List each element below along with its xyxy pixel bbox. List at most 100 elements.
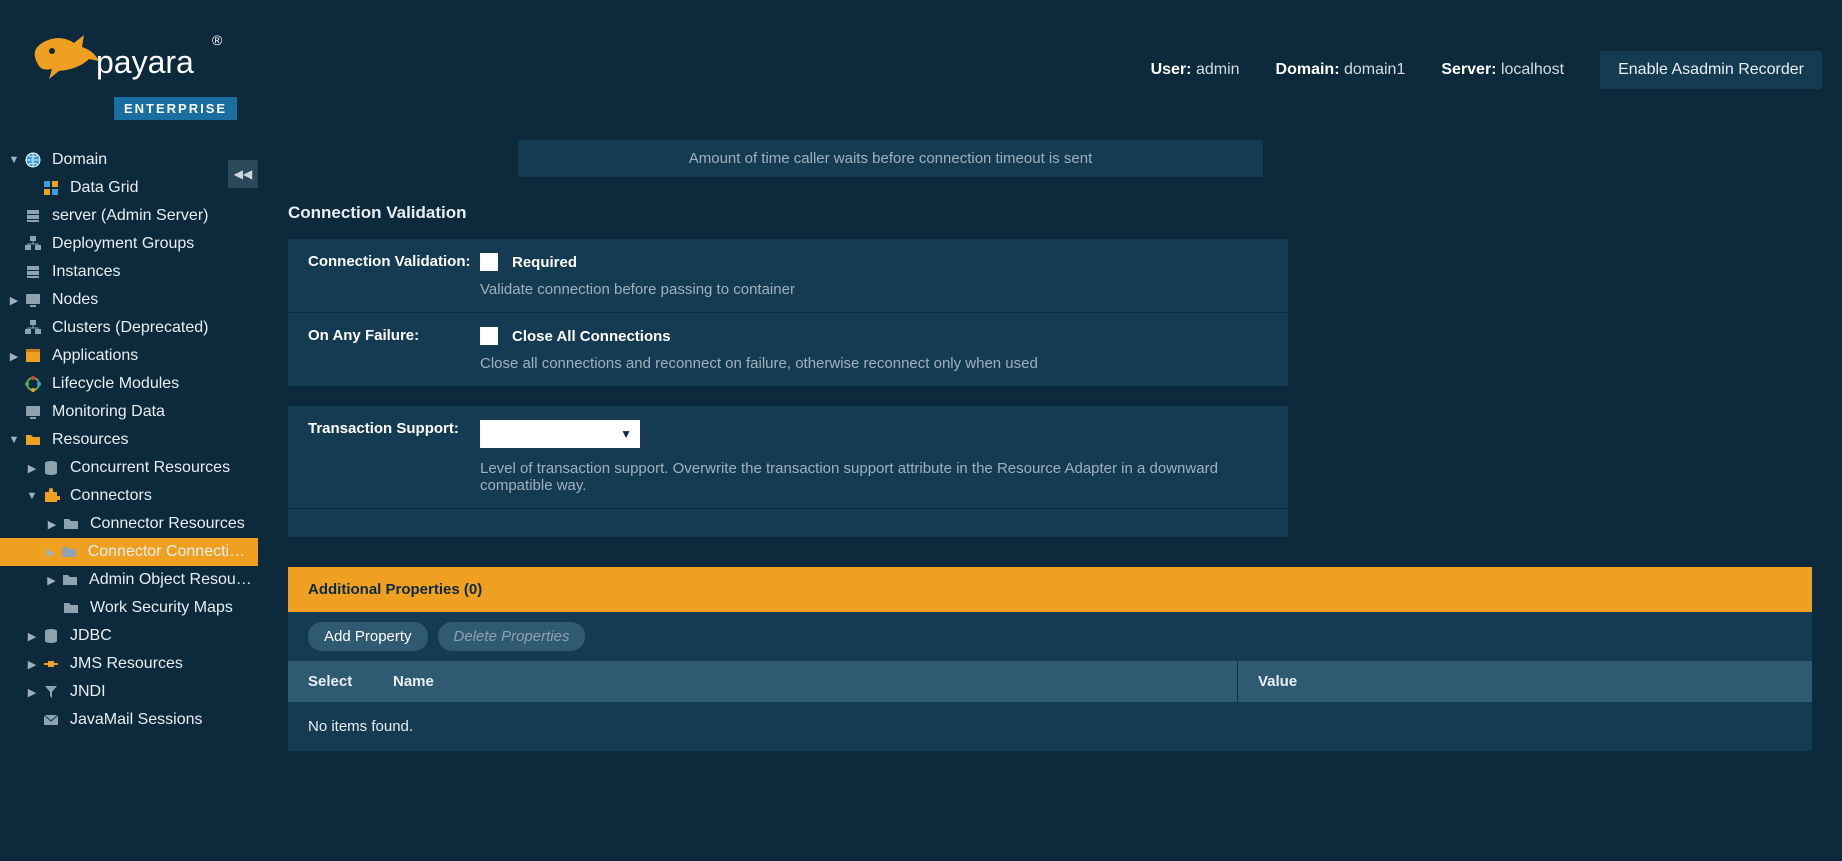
domain-value: domain1	[1344, 61, 1405, 78]
checkbox-required[interactable]	[480, 253, 498, 271]
row-connection-validation: Connection Validation: Required Validate…	[288, 239, 1288, 313]
svg-text:payara: payara	[96, 44, 194, 80]
chevron-right-icon[interactable]: ▶	[46, 574, 57, 587]
delete-properties-button[interactable]: Delete Properties	[438, 622, 586, 651]
sidebar-item-label: Concurrent Resources	[70, 459, 230, 477]
label-connection-validation: Connection Validation:	[308, 253, 480, 298]
sidebar-item-label: JavaMail Sessions	[70, 711, 203, 729]
sidebar-item-jms-resources[interactable]: ▶ JMS Resources	[0, 650, 258, 678]
logo-area: payara ® ENTERPRISE	[24, 21, 237, 120]
mail-icon	[42, 711, 60, 729]
chevron-down-icon: ▼	[620, 427, 632, 441]
globe-icon	[24, 151, 42, 169]
sidebar-item-label: JNDI	[70, 683, 106, 701]
properties-toolbar: Add Property Delete Properties	[288, 612, 1812, 661]
checkbox-required-label: Required	[512, 254, 577, 271]
sidebar-item-server-admin-server[interactable]: server (Admin Server)	[0, 202, 258, 230]
sidebar-item-javamail-sessions[interactable]: JavaMail Sessions	[0, 706, 258, 734]
sidebar-item-connectors[interactable]: ▼ Connectors	[0, 482, 258, 510]
sidebar-item-label: Applications	[52, 347, 138, 365]
app-icon	[24, 347, 42, 365]
sidebar-item-instances[interactable]: Instances	[0, 258, 258, 286]
sidebar-item-work-security-maps[interactable]: Work Security Maps	[0, 594, 258, 622]
sidebar-item-label: Monitoring Data	[52, 403, 165, 421]
chevron-right-icon[interactable]: ▶	[26, 658, 38, 671]
sidebar-item-monitoring-data[interactable]: Monitoring Data	[0, 398, 258, 426]
chevron-down-icon[interactable]: ▼	[26, 490, 38, 502]
sidebar-item-label: Lifecycle Modules	[52, 375, 179, 393]
sidebar-item-label: Deployment Groups	[52, 235, 194, 253]
sidebar-item-label: Domain	[52, 151, 107, 169]
sidebar-item-label: JMS Resources	[70, 655, 183, 673]
sidebar-item-connector-resources[interactable]: ▶ Connector Resources	[0, 510, 258, 538]
chevron-down-icon[interactable]: ▼	[8, 154, 20, 166]
properties-table: Select Name Value No items found.	[288, 661, 1812, 751]
transaction-form: Transaction Support: ▼ Level of transact…	[288, 406, 1288, 537]
payara-logo: payara ®	[24, 21, 224, 101]
sidebar-item-jdbc[interactable]: ▶ JDBC	[0, 622, 258, 650]
row-transaction-support: Transaction Support: ▼ Level of transact…	[288, 406, 1288, 509]
puzzle-icon	[42, 487, 60, 505]
sidebar-item-concurrent-resources[interactable]: ▶ Concurrent Resources	[0, 454, 258, 482]
spacer-row	[288, 509, 1288, 537]
sidebar-item-lifecycle-modules[interactable]: Lifecycle Modules	[0, 370, 258, 398]
sidebar-item-label: Connectors	[70, 487, 152, 505]
sidebar-item-applications[interactable]: ▶ Applications	[0, 342, 258, 370]
th-name: Name	[373, 661, 1237, 702]
sidebar-item-admin-object-resources[interactable]: ▶ Admin Object Resources	[0, 566, 258, 594]
db-icon	[42, 459, 60, 477]
checkbox-close-all-label: Close All Connections	[512, 328, 671, 345]
sidebar-item-connector-connection-pools[interactable]: ▶ Connector Connection Pools	[0, 538, 258, 566]
sidebar-item-deployment-groups[interactable]: Deployment Groups	[0, 230, 258, 258]
label-transaction-support: Transaction Support:	[308, 420, 480, 494]
sidebar-item-resources[interactable]: ▼Resources	[0, 426, 258, 454]
sidebar-item-jndi[interactable]: ▶ JNDI	[0, 678, 258, 706]
validation-form: Connection Validation: Required Validate…	[288, 239, 1288, 386]
header-right: User: admin Domain: domain1 Server: loca…	[1151, 51, 1822, 89]
sidebar-item-domain[interactable]: ▼ Domain	[0, 146, 258, 174]
properties-table-head: Select Name Value	[288, 661, 1812, 702]
enterprise-badge: ENTERPRISE	[114, 97, 237, 120]
folder-icon	[61, 571, 79, 589]
boxes-icon	[24, 319, 42, 337]
sidebar-item-label: Data Grid	[70, 179, 138, 197]
chevron-right-icon[interactable]: ▶	[26, 686, 38, 699]
chevron-right-icon[interactable]: ▶	[46, 546, 56, 559]
sidebar-item-data-grid[interactable]: Data Grid	[0, 174, 258, 202]
sidebar-item-label: server (Admin Server)	[52, 207, 208, 225]
server-value: localhost	[1501, 61, 1564, 78]
sidebar-item-label: Connector Connection Pools	[88, 543, 252, 561]
user-value: admin	[1196, 61, 1240, 78]
checkbox-close-all[interactable]	[480, 327, 498, 345]
sidebar-item-label: Work Security Maps	[90, 599, 233, 617]
server-icon	[24, 207, 42, 225]
transaction-support-select[interactable]: ▼	[480, 420, 640, 448]
svg-text:®: ®	[212, 32, 223, 48]
grid-icon	[42, 179, 60, 197]
db-icon	[42, 627, 60, 645]
th-select: Select	[288, 661, 373, 702]
domain-info: Domain: domain1	[1276, 61, 1406, 79]
sidebar-item-label: Connector Resources	[90, 515, 245, 533]
chevron-down-icon[interactable]: ▼	[8, 434, 20, 446]
main-content: Amount of time caller waits before conne…	[258, 140, 1842, 861]
collapse-sidebar-button[interactable]: ◀◀	[228, 160, 258, 188]
chevron-right-icon[interactable]: ▶	[8, 294, 20, 307]
properties-empty: No items found.	[288, 702, 1812, 751]
sidebar-item-nodes[interactable]: ▶Nodes	[0, 286, 258, 314]
add-property-button[interactable]: Add Property	[308, 622, 428, 651]
boxes-icon	[24, 235, 42, 253]
domain-label: Domain:	[1276, 61, 1340, 78]
user-info: User: admin	[1151, 61, 1240, 79]
sidebar-item-label: JDBC	[70, 627, 112, 645]
chevron-right-icon[interactable]: ▶	[26, 462, 38, 475]
server-info: Server: localhost	[1441, 61, 1564, 79]
sidebar-item-clusters-deprecated[interactable]: Clusters (Deprecated)	[0, 314, 258, 342]
chevron-right-icon[interactable]: ▶	[26, 630, 38, 643]
enable-recorder-button[interactable]: Enable Asadmin Recorder	[1600, 51, 1822, 89]
sidebar-item-label: Admin Object Resources	[89, 571, 252, 589]
server-icon	[24, 263, 42, 281]
cycle-icon	[24, 375, 42, 393]
chevron-right-icon[interactable]: ▶	[46, 518, 58, 531]
chevron-right-icon[interactable]: ▶	[8, 350, 20, 363]
